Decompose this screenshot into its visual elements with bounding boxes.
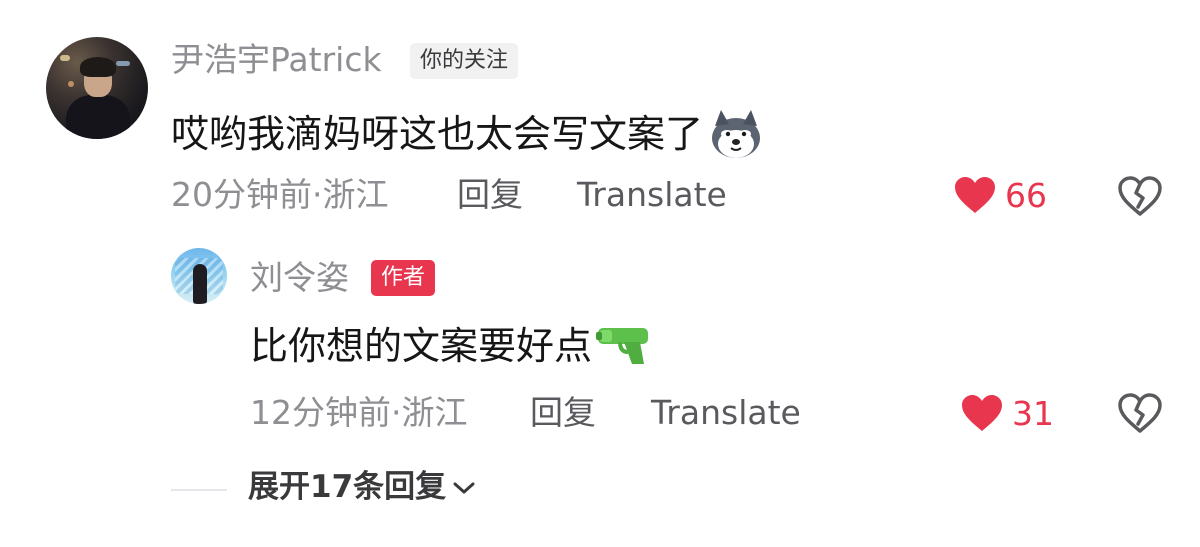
reply-translate-button[interactable]: Translate [651, 396, 801, 429]
following-badge: 你的关注 [410, 43, 519, 79]
water-pistol-emoji [596, 328, 649, 364]
avatar[interactable] [46, 37, 148, 139]
reply-button[interactable]: 回复 [457, 178, 523, 211]
reply-reply-button[interactable]: 回复 [530, 396, 596, 429]
translate-button[interactable]: Translate [577, 178, 727, 211]
expand-replies-button[interactable]: 展开17条回复 [248, 472, 476, 503]
heart-icon [962, 395, 1002, 431]
reply-like-count: 31 [1012, 393, 1054, 433]
comment-thread: 尹浩宇Patrick 你的关注 哎哟我滴妈呀这也太会写文案了 20分钟前·浙江 … [0, 0, 1200, 547]
reply-author[interactable]: 刘令姿 [250, 261, 349, 294]
comment-timestamp-location: 20分钟前·浙江 [171, 175, 389, 214]
heart-icon [955, 177, 995, 213]
reply-text-body: 比你想的文案要好点 [250, 324, 593, 368]
comment-text: 哎哟我滴妈呀这也太会写文案了 [171, 108, 763, 160]
like-count: 66 [1005, 175, 1047, 215]
author-badge: 作者 [371, 260, 436, 296]
comment-author[interactable]: 尹浩宇Patrick [171, 43, 382, 76]
expand-replies-label: 展开17条回复 [248, 469, 447, 505]
broken-heart-icon [1118, 393, 1162, 433]
chevron-down-icon [453, 482, 475, 493]
reply-text: 比你想的文案要好点 [250, 324, 652, 368]
broken-heart-icon [1118, 176, 1162, 216]
reply-like-button[interactable]: 31 [960, 393, 1054, 433]
husky-emoji [712, 110, 761, 158]
like-button[interactable]: 66 [953, 175, 1047, 215]
reply-timestamp-location: 12分钟前·浙江 [250, 393, 468, 432]
reply-avatar[interactable] [171, 248, 227, 304]
reply-dislike-button[interactable] [1117, 392, 1163, 438]
divider [171, 489, 227, 491]
dislike-button[interactable] [1117, 175, 1163, 221]
comment-text-body: 哎哟我滴妈呀这也太会写文案了 [171, 112, 704, 156]
